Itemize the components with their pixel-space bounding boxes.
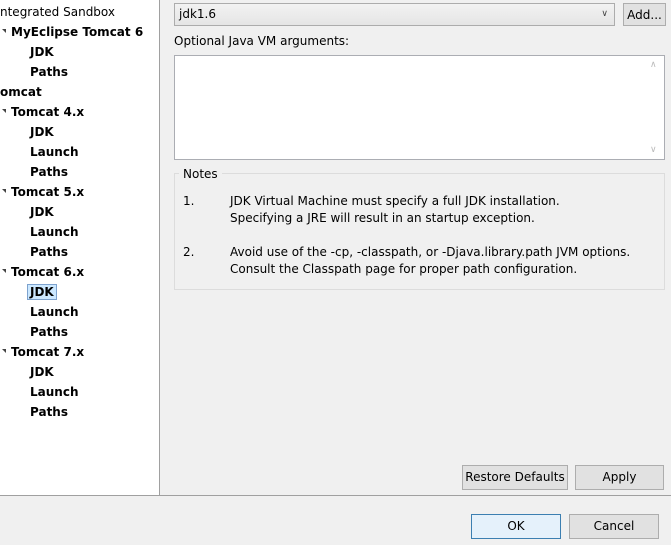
tree-item[interactable]: omcat [0, 83, 42, 101]
tree-item[interactable]: JDK [30, 43, 54, 61]
tree-item-label: Launch [30, 305, 79, 319]
note-text: JDK Virtual Machine must specify a full … [230, 193, 560, 227]
tree-item[interactable]: MyEclipse Tomcat 6 [2, 23, 144, 41]
notes-title: Notes [179, 166, 222, 182]
ok-button[interactable]: OK [471, 514, 561, 539]
tree-item-label: JDK [30, 125, 54, 139]
tree-item-label: Tomcat 4.x [11, 105, 85, 119]
cancel-button[interactable]: Cancel [569, 514, 659, 539]
tree-item[interactable]: Tomcat 6.x [2, 263, 85, 281]
divider [0, 495, 671, 496]
tree-item[interactable]: ntegrated Sandbox [0, 3, 115, 21]
tree-item[interactable]: Launch [30, 383, 79, 401]
tree-item-label: Paths [30, 65, 68, 79]
tree-item-label: Launch [30, 385, 79, 399]
note-text: Avoid use of the -cp, -classpath, or -Dj… [230, 244, 630, 278]
tree-item-label: Paths [30, 405, 68, 419]
scroll-up-icon[interactable]: ∧ [650, 60, 668, 70]
tree-item[interactable]: JDK [27, 283, 57, 301]
note-number: 1. [183, 194, 195, 208]
tree-item-label: MyEclipse Tomcat 6 [11, 25, 144, 39]
preferences-tree[interactable]: ntegrated Sandbox MyEclipse Tomcat 6 JDK Pa… [0, 0, 160, 495]
tree-item[interactable]: Paths [30, 403, 68, 421]
tree-item[interactable]: Launch [30, 143, 79, 161]
tree-item-label: ntegrated Sandbox [0, 5, 116, 19]
vm-args-input[interactable] [174, 55, 665, 160]
tree-item[interactable]: Launch [30, 303, 79, 321]
tree-item-label: JDK [30, 205, 54, 219]
tree-item-label: JDK [27, 284, 57, 300]
tree-item[interactable]: Paths [30, 243, 68, 261]
tree-item[interactable]: JDK [30, 203, 54, 221]
apply-button[interactable]: Apply [575, 465, 664, 490]
tree-item[interactable]: Paths [30, 163, 68, 181]
expand-arrow-icon[interactable] [2, 189, 6, 193]
tree-item[interactable]: Tomcat 4.x [2, 103, 85, 121]
tree-item[interactable]: JDK [30, 363, 54, 381]
jdk-select-value: jdk1.6 [179, 7, 216, 21]
note-line: Consult the Classpath page for proper pa… [230, 262, 578, 276]
tree-item-label: Launch [30, 225, 79, 239]
tree-item-label: Paths [30, 165, 68, 179]
expand-arrow-icon[interactable] [2, 29, 6, 33]
expand-arrow-icon[interactable] [2, 269, 6, 273]
tree-item[interactable]: Paths [30, 323, 68, 341]
tree-item[interactable]: Tomcat 5.x [2, 183, 85, 201]
expand-arrow-icon[interactable] [2, 109, 6, 113]
chevron-down-icon: ∨ [601, 9, 608, 19]
tree-item-label: JDK [30, 365, 54, 379]
tree-item-label: Paths [30, 325, 68, 339]
restore-defaults-button[interactable]: Restore Defaults [462, 465, 568, 490]
note-line: Avoid use of the -cp, -classpath, or -Dj… [230, 245, 631, 259]
tree-item[interactable]: Paths [30, 63, 68, 81]
tree-item-label: Tomcat 6.x [11, 265, 85, 279]
expand-arrow-icon[interactable] [2, 349, 6, 353]
note-number: 2. [183, 245, 195, 259]
add-jdk-button[interactable]: Add... [623, 3, 666, 26]
note-line: Specifying a JRE will result in an start… [230, 211, 535, 225]
tree-item-label: Tomcat 7.x [11, 345, 85, 359]
tree-item[interactable]: JDK [30, 123, 54, 141]
vm-args-label: Optional Java VM arguments: [174, 34, 350, 48]
jdk-select[interactable]: jdk1.6 ∨ [174, 3, 615, 26]
tree-item-label: omcat [0, 85, 42, 99]
note-line: JDK Virtual Machine must specify a full … [230, 194, 560, 208]
tree-item-label: Paths [30, 245, 68, 259]
jdk-settings-panel: jdk1.6 ∨ Add... Optional Java VM argumen… [161, 0, 671, 495]
tree-item-label: Launch [30, 145, 79, 159]
tree-item-label: JDK [30, 45, 54, 59]
tree-item[interactable]: Launch [30, 223, 79, 241]
tree-item[interactable]: Tomcat 7.x [2, 343, 85, 361]
scroll-down-icon[interactable]: ∨ [650, 145, 668, 155]
tree-item-label: Tomcat 5.x [11, 185, 85, 199]
